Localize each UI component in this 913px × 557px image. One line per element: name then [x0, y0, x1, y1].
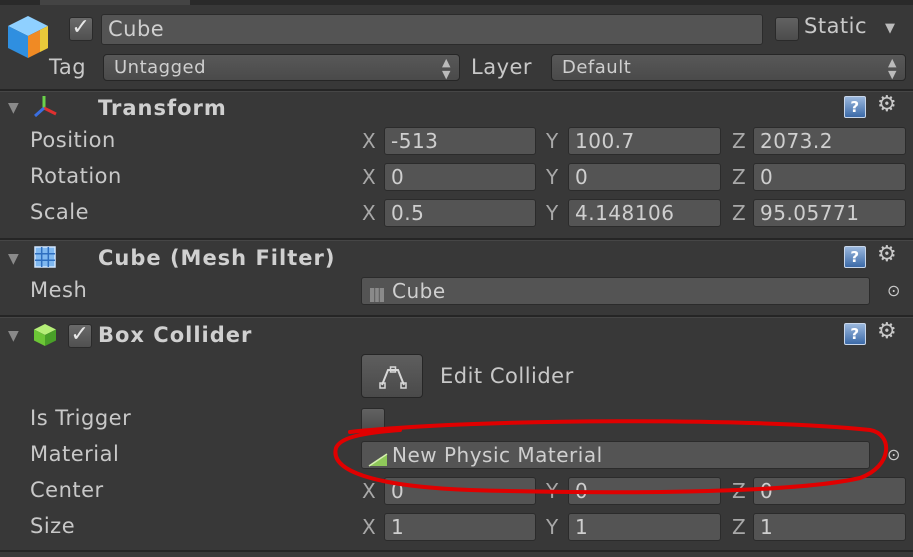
check-icon: ✓ [71, 15, 91, 40]
mesh-filter-title[interactable]: Cube (Mesh Filter) [98, 246, 335, 270]
transform-axis-icon [32, 94, 60, 125]
center-x-field[interactable]: 0 [384, 477, 536, 505]
material-field[interactable]: New Physic Material [361, 441, 870, 469]
active-toggle[interactable]: ✓ [69, 17, 93, 41]
axis-z-label[interactable]: Z [732, 165, 746, 189]
position-label: Position [30, 128, 116, 152]
box-collider-foldout[interactable]: ▼ [8, 328, 19, 344]
position-y-field[interactable]: 100.7 [568, 127, 721, 155]
axis-y-label[interactable]: Y [546, 165, 559, 189]
static-label: Static [804, 14, 868, 38]
gear-icon[interactable]: ⚙ [877, 321, 897, 343]
axis-x-label[interactable]: X [362, 201, 376, 225]
size-label: Size [30, 514, 76, 538]
static-dropdown-icon[interactable]: ▼ [885, 21, 896, 36]
size-z-field[interactable]: 1 [753, 513, 906, 541]
updown-icon: ▲ ▼ [888, 56, 897, 81]
material-label: Material [30, 442, 120, 466]
mesh-grid-icon [33, 245, 57, 274]
help-icon[interactable]: ? [844, 96, 866, 118]
axis-z-label[interactable]: Z [732, 129, 746, 153]
layer-label: Layer [471, 55, 533, 79]
size-y-field[interactable]: 1 [568, 513, 721, 541]
gear-icon[interactable]: ⚙ [877, 244, 897, 266]
box-collider-enabled-toggle[interactable]: ✓ [68, 324, 92, 348]
axis-y-label[interactable]: Y [546, 129, 559, 153]
position-z-field[interactable]: 2073.2 [753, 127, 906, 155]
collider-cube-icon [32, 322, 58, 353]
separator [0, 91, 913, 92]
scale-label: Scale [30, 200, 89, 224]
axis-z-label[interactable]: Z [732, 479, 746, 503]
axis-y-label[interactable]: Y [546, 201, 559, 225]
center-y-field[interactable]: 0 [568, 477, 721, 505]
check-icon: ✓ [70, 322, 90, 347]
edit-collider-label: Edit Collider [440, 364, 574, 388]
mesh-grid-icon [369, 283, 385, 304]
static-toggle[interactable] [775, 17, 799, 41]
scale-z-field[interactable]: 95.05771 [753, 199, 906, 227]
inspector-tab-strip [0, 0, 913, 5]
updown-icon: ▲ ▼ [442, 56, 451, 81]
physic-material-icon [368, 447, 388, 468]
tag-value: Untagged [114, 57, 207, 78]
is-trigger-toggle[interactable] [361, 408, 385, 432]
axis-z-label[interactable]: Z [732, 515, 746, 539]
rotation-label: Rotation [30, 164, 122, 188]
mesh-filter-foldout[interactable]: ▼ [8, 251, 19, 267]
tag-dropdown[interactable]: Untagged ▲ ▼ [103, 54, 460, 81]
object-picker-icon[interactable]: ⊙ [887, 445, 901, 464]
mesh-label: Mesh [30, 278, 88, 302]
center-z-field[interactable]: 0 [753, 477, 906, 505]
separator [0, 317, 913, 318]
axis-x-label[interactable]: X [362, 165, 376, 189]
mesh-field[interactable]: Cube [361, 277, 870, 305]
gear-icon[interactable]: ⚙ [877, 94, 897, 116]
scale-y-field[interactable]: 4.148106 [568, 199, 721, 227]
layer-value: Default [562, 57, 632, 78]
object-picker-icon[interactable]: ⊙ [887, 281, 901, 300]
tag-label: Tag [49, 55, 87, 79]
separator [0, 550, 913, 552]
axis-x-label[interactable]: X [362, 129, 376, 153]
axis-x-label[interactable]: X [362, 479, 376, 503]
box-collider-title[interactable]: Box Collider [98, 323, 252, 347]
edit-collider-button[interactable] [361, 354, 423, 398]
center-label: Center [30, 478, 104, 502]
material-value: New Physic Material [392, 443, 603, 467]
layer-dropdown[interactable]: Default ▲ ▼ [551, 54, 906, 81]
rotation-x-field[interactable]: 0 [384, 163, 536, 191]
cube-icon [6, 14, 50, 65]
axis-x-label[interactable]: X [362, 515, 376, 539]
help-icon[interactable]: ? [844, 246, 866, 268]
size-x-field[interactable]: 1 [384, 513, 536, 541]
axis-z-label[interactable]: Z [732, 201, 746, 225]
mesh-value: Cube [392, 279, 446, 303]
rotation-z-field[interactable]: 0 [753, 163, 906, 191]
transform-title[interactable]: Transform [98, 96, 227, 120]
axis-y-label[interactable]: Y [546, 479, 559, 503]
edit-collider-icon [379, 365, 407, 394]
help-icon[interactable]: ? [844, 323, 866, 345]
transform-foldout[interactable]: ▼ [8, 100, 19, 116]
position-x-field[interactable]: -513 [384, 127, 536, 155]
scale-x-field[interactable]: 0.5 [384, 199, 536, 227]
is-trigger-label: Is Trigger [30, 406, 132, 430]
axis-y-label[interactable]: Y [546, 515, 559, 539]
object-name-field[interactable]: Cube [101, 14, 763, 45]
rotation-y-field[interactable]: 0 [568, 163, 721, 191]
inspector-tab[interactable] [40, 0, 190, 5]
separator [0, 240, 913, 241]
